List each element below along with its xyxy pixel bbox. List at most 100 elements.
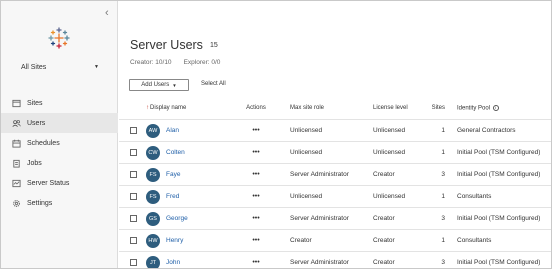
sidebar-item-schedules[interactable]: Schedules: [1, 133, 118, 153]
table-row: FS Fred ••• Unlicensed Unlicensed 1 Cons…: [119, 185, 551, 207]
avatar-initials: JT: [149, 259, 157, 266]
table-row: JT John ••• Server Administrator Creator…: [119, 251, 551, 268]
more-actions-icon[interactable]: •••: [252, 237, 259, 244]
site-selector[interactable]: All Sites ▼: [21, 61, 99, 73]
row-checkbox[interactable]: [130, 259, 137, 266]
max-site-role: Server Administrator: [290, 259, 349, 266]
more-actions-icon[interactable]: •••: [252, 259, 259, 266]
avatar-initials: GS: [149, 215, 157, 222]
max-site-role: Unlicensed: [290, 149, 323, 156]
gear-icon: [11, 198, 21, 208]
name-cell: CW Colten: [146, 145, 234, 160]
license-level: Creator: [373, 171, 395, 178]
table-row: CW Colten ••• Unlicensed Unlicensed 1 In…: [119, 141, 551, 163]
identity-pool: Initial Pool (TSM Configured): [457, 149, 541, 156]
collapse-sidebar-icon[interactable]: ‹: [105, 7, 109, 19]
row-checkbox[interactable]: [130, 215, 137, 222]
row-select-cell: [119, 215, 146, 222]
column-header-max-site-role[interactable]: Max site role: [278, 105, 373, 111]
avatar: CW: [146, 145, 160, 160]
more-actions-icon[interactable]: •••: [252, 215, 259, 222]
sidebar-item-label: Jobs: [27, 159, 42, 167]
avatar-initials: AW: [148, 127, 158, 134]
sidebar-item-jobs[interactable]: Jobs: [1, 153, 118, 173]
sidebar-item-label: Users: [27, 119, 46, 127]
avatar: GS: [146, 211, 160, 226]
creator-licenses: Creator: 10/10: [130, 59, 172, 66]
identity-pool: General Contractors: [457, 127, 516, 134]
avatar-initials: CW: [148, 149, 158, 156]
user-name-link[interactable]: Colten: [166, 149, 185, 156]
explorer-licenses: Explorer: 0/0: [183, 59, 221, 66]
add-users-button[interactable]: Add Users ▼: [129, 79, 189, 91]
column-header-label: Display name: [150, 105, 187, 111]
users-table: ↑ Display name Actions Max site role Lic…: [119, 97, 551, 268]
avatar-initials: HW: [148, 237, 158, 244]
row-checkbox[interactable]: [130, 127, 137, 134]
row-select-cell: [119, 171, 146, 178]
more-actions-icon[interactable]: •••: [252, 193, 259, 200]
user-count: 15: [210, 42, 218, 49]
sidebar-item-label: Schedules: [27, 139, 60, 147]
identity-pool: Initial Pool (TSM Configured): [457, 259, 541, 266]
status-icon: [11, 178, 21, 188]
sidebar-item-label: Server Status: [27, 179, 70, 187]
row-checkbox[interactable]: [130, 193, 137, 200]
name-cell: GS George: [146, 211, 234, 226]
more-actions-icon[interactable]: •••: [252, 127, 259, 134]
chevron-down-icon: ▼: [172, 82, 177, 88]
sidebar-item-label: Sites: [27, 99, 43, 107]
sites-count: 3: [441, 259, 445, 266]
user-name-link[interactable]: Henry: [166, 237, 183, 244]
user-name-link[interactable]: George: [166, 215, 188, 222]
column-header-license-level[interactable]: License level: [373, 105, 423, 111]
table-row: GS George ••• Server Administrator Creat…: [119, 207, 551, 229]
user-name-link[interactable]: Faye: [166, 171, 180, 178]
table-body: AW Alan ••• Unlicensed Unlicensed 1 Gene…: [119, 119, 551, 268]
sidebar-item-label: Settings: [27, 199, 53, 207]
more-actions-icon[interactable]: •••: [252, 149, 259, 156]
row-checkbox[interactable]: [130, 149, 137, 156]
sidebar-item-server-status[interactable]: Server Status: [1, 173, 118, 193]
user-name-link[interactable]: Fred: [166, 193, 179, 200]
avatar: FS: [146, 167, 160, 182]
actions-cell: •••: [234, 259, 278, 266]
identity-pool: Initial Pool (TSM Configured): [457, 171, 541, 178]
main-content: Server Users 15 Creator: 10/10 Explorer:…: [119, 1, 551, 268]
table-header: ↑ Display name Actions Max site role Lic…: [119, 97, 551, 119]
license-level: Creator: [373, 215, 395, 222]
column-header-display-name[interactable]: ↑ Display name: [146, 105, 234, 111]
identity-pool: Initial Pool (TSM Configured): [457, 215, 541, 222]
user-name-link[interactable]: John: [166, 259, 180, 266]
info-icon[interactable]: i: [492, 104, 499, 111]
row-checkbox[interactable]: [130, 237, 137, 244]
name-cell: FS Faye: [146, 167, 234, 182]
sites-count: 3: [441, 215, 445, 222]
user-name-link[interactable]: Alan: [166, 127, 179, 134]
more-actions-icon[interactable]: •••: [252, 171, 259, 178]
page-title: Server Users: [130, 38, 203, 52]
row-select-cell: [119, 237, 146, 244]
sites-count: 1: [441, 149, 445, 156]
select-all-button[interactable]: Select All: [201, 81, 226, 87]
sidebar-item-sites[interactable]: Sites: [1, 93, 118, 113]
name-cell: JT John: [146, 255, 234, 268]
sidebar-nav: Sites Users Schedules Jobs Server Status…: [1, 93, 118, 213]
actions-cell: •••: [234, 215, 278, 222]
sidebar-item-users[interactable]: Users: [1, 113, 118, 133]
license-summary: Creator: 10/10 Explorer: 0/0: [130, 59, 220, 66]
avatar: FS: [146, 189, 160, 204]
column-header-sites[interactable]: Sites: [423, 105, 457, 111]
license-level: Unlicensed: [373, 149, 406, 156]
actions-cell: •••: [234, 127, 278, 134]
max-site-role: Server Administrator: [290, 171, 349, 178]
row-select-cell: [119, 193, 146, 200]
max-site-role: Unlicensed: [290, 193, 323, 200]
max-site-role: Unlicensed: [290, 127, 323, 134]
column-header-identity-pool[interactable]: Identity Pool i: [457, 104, 551, 111]
row-checkbox[interactable]: [130, 171, 137, 178]
table-row: HW Henry ••• Creator Creator 1 Consultan…: [119, 229, 551, 251]
sidebar: ‹ All Sites ▼ Sites Users Schedules Jobs…: [1, 1, 118, 268]
sort-up-icon: ↑: [146, 105, 149, 111]
sidebar-item-settings[interactable]: Settings: [1, 193, 118, 213]
